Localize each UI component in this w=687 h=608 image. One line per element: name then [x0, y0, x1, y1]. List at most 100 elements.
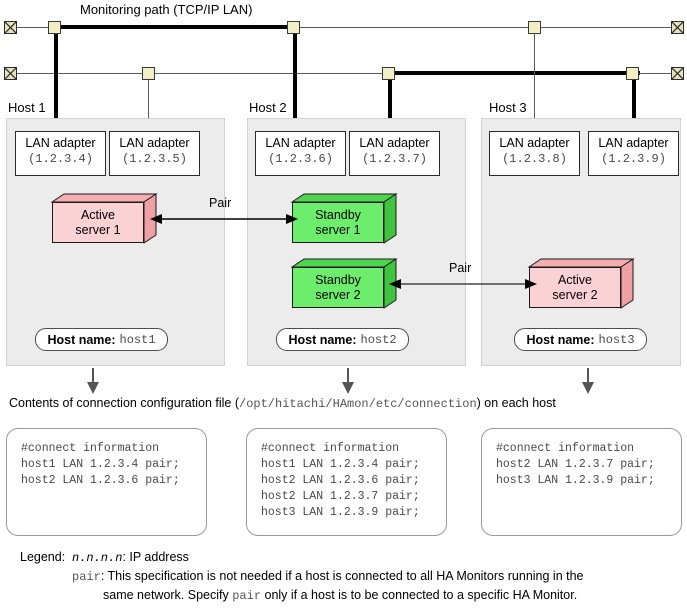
config-line: #connect information: [496, 442, 635, 455]
server-face: Standby server 1: [292, 202, 384, 243]
legend-row-ip: n.n.n.n: IP address: [72, 550, 189, 565]
adapter-name: LAN adapter: [25, 136, 96, 150]
network-node-upper-3: [528, 21, 541, 34]
host-2-lan-adapter-1: LAN adapter (1.2.3.6): [255, 131, 346, 176]
legend-term-pair-2: pair: [232, 589, 262, 603]
host-2-hostname-pill: Host name: host2: [276, 328, 409, 351]
server-label-line-1: Active: [557, 272, 593, 287]
network-node-lower-1: [142, 67, 155, 80]
server-label-line-1: Standby: [315, 272, 361, 287]
pair-label-1: Pair: [209, 196, 232, 210]
hostname-key: Host name:: [47, 332, 116, 347]
bus-terminator-icon-upper-right: [671, 21, 684, 34]
hostname-value: host1: [119, 332, 156, 347]
host-3-hostname-pill: Host name: host3: [514, 328, 647, 351]
legend-lead-row: Legend:: [20, 550, 65, 564]
legend-row-pair-continued: same network. Specify pair only if a hos…: [103, 588, 577, 603]
upper-bus-main-segment: [52, 25, 300, 29]
config-line: #connect information: [21, 442, 160, 455]
host-2-to-config-arrow: [342, 368, 354, 394]
adapter-ip: (1.2.3.4): [28, 152, 93, 166]
adapter-ip: (1.2.3.8): [502, 152, 567, 166]
host-1-lan-adapter-1: LAN adapter (1.2.3.4): [15, 131, 106, 176]
network-node-upper-2: [287, 21, 300, 34]
adapter-ip: (1.2.3.6): [268, 152, 333, 166]
host-2-lan-adapter-2: LAN adapter (1.2.3.7): [349, 131, 440, 176]
hostname-key: Host name:: [288, 332, 357, 347]
bus-terminator-icon-lower-right: [671, 67, 684, 80]
adapter-ip: (1.2.3.5): [122, 152, 187, 166]
hostname-value: host2: [360, 332, 397, 347]
adapter-name: LAN adapter: [119, 136, 190, 150]
config-file-host-2: #connect information host1 LAN 1.2.3.4 p…: [246, 428, 447, 536]
config-line: host1 LAN 1.2.3.4 pair;: [261, 458, 420, 471]
adapter-ip: (1.2.3.9): [601, 152, 666, 166]
network-node-upper-1: [48, 21, 61, 34]
host-3-title: Host 3: [487, 100, 529, 115]
legend-lead: Legend:: [20, 550, 66, 564]
pair-label-2: Pair: [449, 261, 472, 275]
host-2-title: Host 2: [247, 100, 289, 115]
legend-text-pre: same network. Specify: [103, 588, 233, 602]
config-line: host2 LAN 1.2.3.6 pair;: [261, 474, 420, 487]
host-3-lan-adapter-1: LAN adapter (1.2.3.8): [489, 131, 580, 176]
server-face: Active server 2: [529, 267, 621, 308]
config-line: #connect information: [261, 442, 400, 455]
pair-arrow-2: [389, 279, 537, 289]
legend-term-ip: n.n.n.n: [72, 551, 123, 565]
host-1-hostname-pill: Host name: host1: [35, 328, 168, 351]
legend-row-pair: pair: This specification is not needed i…: [72, 569, 584, 584]
config-file-host-1: #connect information host1 LAN 1.2.3.4 p…: [6, 428, 207, 536]
lower-bus-right-segment: [637, 73, 674, 74]
server-label-line-2: server 2: [552, 287, 598, 302]
config-line: host2 LAN 1.2.3.6 pair;: [21, 474, 180, 487]
config-line: host1 LAN 1.2.3.4 pair;: [21, 458, 180, 471]
server-label-line-2: server 1: [75, 222, 121, 237]
server-face: Standby server 2: [292, 267, 384, 308]
lower-bus-left-segment: [14, 73, 396, 74]
host-2-standby-server-2: Standby server 2: [290, 258, 398, 309]
lower-bus-main-segment: [392, 71, 640, 75]
host-1-title: Host 1: [6, 100, 48, 115]
host-1-lan-adapter-2: LAN adapter (1.2.3.5): [109, 131, 200, 176]
network-node-lower-2: [382, 67, 395, 80]
network-node-lower-3: [626, 67, 639, 80]
host-1-to-config-arrow: [87, 368, 99, 394]
drop-host2-adapter1: [293, 25, 297, 133]
adapter-name: LAN adapter: [265, 136, 336, 150]
monitoring-path-label: Monitoring path (TCP/IP LAN): [80, 2, 253, 17]
caption-prefix: Contents of connection configuration fil…: [9, 396, 239, 410]
server-face: Active server 1: [52, 202, 144, 243]
pair-arrow-1: [150, 214, 298, 224]
config-line: host2 LAN 1.2.3.7 pair;: [496, 458, 655, 471]
config-line: host2 LAN 1.2.3.7 pair;: [261, 490, 420, 503]
server-label-line-2: server 2: [315, 287, 361, 302]
network-diagram: Monitoring path (TCP/IP LAN) Host 1 LAN …: [0, 0, 687, 608]
config-line: host3 LAN 1.2.3.9 pair;: [261, 506, 420, 519]
adapter-name: LAN adapter: [359, 136, 430, 150]
server-label-line-1: Standby: [315, 207, 361, 222]
config-line: host3 LAN 1.2.3.9 pair;: [496, 474, 655, 487]
config-file-caption: Contents of connection configuration fil…: [9, 396, 556, 411]
legend-term-pair: pair: [72, 570, 101, 584]
legend-text-ip: : IP address: [122, 550, 189, 564]
caption-path: /opt/hitachi/HAmon/etc/connection: [239, 397, 477, 411]
server-label-line-2: server 1: [315, 222, 361, 237]
config-file-host-3: #connect information host2 LAN 1.2.3.7 p…: [481, 428, 682, 536]
caption-suffix: ) on each host: [476, 396, 556, 410]
adapter-name: LAN adapter: [499, 136, 570, 150]
host-3-lan-adapter-2: LAN adapter (1.2.3.9): [588, 131, 679, 176]
server-label-line-1: Active: [80, 207, 116, 222]
bus-terminator-icon-lower-left: [4, 67, 17, 80]
hostname-value: host3: [598, 332, 635, 347]
upper-bus-right-segment: [298, 27, 674, 28]
host-1-active-server-1: Active server 1: [50, 193, 158, 244]
host-2-standby-server-1: Standby server 1: [290, 193, 398, 244]
hostname-key: Host name:: [526, 332, 595, 347]
legend-text-pair: : This specification is not needed if a …: [100, 569, 584, 583]
bus-terminator-icon-upper-left: [4, 21, 17, 34]
host-3-active-server-2: Active server 2: [527, 258, 635, 309]
host-3-to-config-arrow: [582, 368, 594, 394]
adapter-ip: (1.2.3.7): [362, 152, 427, 166]
adapter-name: LAN adapter: [598, 136, 669, 150]
